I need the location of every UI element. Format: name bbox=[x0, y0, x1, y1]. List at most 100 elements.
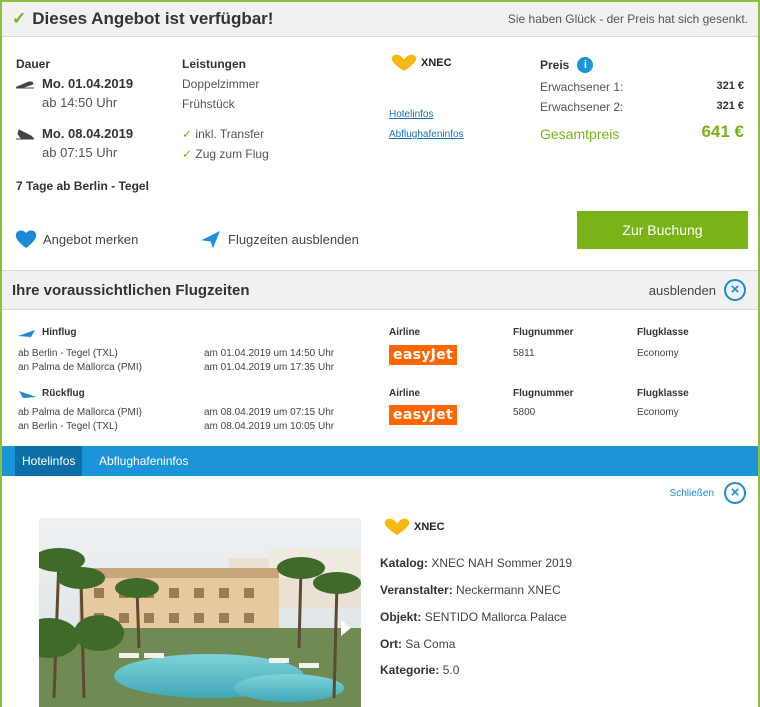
return-to: an Berlin - Tegel (TXL) bbox=[18, 421, 118, 432]
place-value: Sa Coma bbox=[405, 637, 456, 651]
transfer-item: ✓ inkl. Transfer bbox=[182, 127, 264, 141]
transfer-text: inkl. Transfer bbox=[195, 127, 265, 141]
availability-title-text: Dieses Angebot ist verfügbar! bbox=[32, 9, 274, 28]
category-line: Kategorie: 5.0 bbox=[380, 663, 459, 677]
adult1-label: Erwachsener 1: bbox=[540, 80, 624, 94]
availability-title: ✓ Dieses Angebot ist verfügbar! bbox=[12, 9, 273, 29]
outbound-date: Mo. 01.04.2019 bbox=[42, 76, 134, 91]
outbound-dep: am 01.04.2019 um 14:50 Uhr bbox=[204, 348, 335, 359]
catalog-line: Katalog: XNEC NAH Sommer 2019 bbox=[380, 556, 572, 570]
return-arr: am 08.04.2019 um 10:05 Uhr bbox=[204, 421, 335, 432]
service-room: Doppelzimmer bbox=[182, 77, 260, 91]
hide-flight-times-button[interactable]: Flugzeiten ausblenden bbox=[201, 229, 359, 249]
check-icon: ✓ bbox=[182, 147, 193, 161]
availability-header: ✓ Dieses Angebot ist verfügbar! Sie habe… bbox=[2, 2, 758, 37]
return-flightno: 5800 bbox=[513, 407, 536, 418]
hotel-image bbox=[39, 518, 361, 707]
book-button[interactable]: Zur Buchung bbox=[577, 211, 748, 249]
catalog-label: Katalog: bbox=[380, 556, 428, 570]
operator-line: Veranstalter: Neckermann XNEC bbox=[380, 583, 561, 597]
tab-abflughafeninfos[interactable]: Abflughafeninfos bbox=[92, 446, 195, 476]
airport-info-link[interactable]: Abflughafeninfos bbox=[389, 129, 464, 140]
offer-panel: ✓ Dieses Angebot ist verfügbar! Sie habe… bbox=[0, 0, 760, 707]
outbound-flight-label: Hinflug bbox=[18, 327, 76, 338]
easyjet-logo-return: easyJet bbox=[389, 405, 457, 425]
close-label: Schließen bbox=[669, 487, 714, 499]
hotel-operator-logo: XNEC bbox=[382, 518, 445, 536]
outbound-time: ab 14:50 Uhr bbox=[42, 95, 118, 110]
close-icon[interactable]: × bbox=[724, 279, 746, 301]
outbound-from: ab Berlin - Tegel (TXL) bbox=[18, 348, 118, 359]
total-label: Gesamtpreis bbox=[540, 126, 620, 142]
outbound-to: an Palma de Mallorca (PMI) bbox=[18, 362, 142, 373]
info-tabbar: Hotelinfos Abflughafeninfos bbox=[2, 446, 758, 476]
easyjet-logo: easyJet bbox=[389, 345, 457, 365]
outbound-label-text: Hinflug bbox=[42, 327, 77, 338]
remember-offer-button[interactable]: Angebot merken bbox=[15, 229, 138, 249]
airline-header-return: Airline bbox=[389, 388, 421, 399]
return-dep: am 08.04.2019 um 07:15 Uhr bbox=[204, 407, 335, 418]
operator-value: Neckermann XNEC bbox=[456, 583, 561, 597]
close-hotel-info-button[interactable]: Schließen × bbox=[670, 482, 746, 504]
flight-times-header: Ihre voraussichtlichen Flugzeiten ausble… bbox=[2, 270, 758, 310]
category-label: Kategorie: bbox=[380, 663, 440, 677]
hide-flight-times-label: Flugzeiten ausblenden bbox=[228, 231, 359, 247]
place-label: Ort: bbox=[380, 637, 402, 651]
operator-label: Veranstalter: bbox=[380, 583, 453, 597]
close-icon[interactable]: × bbox=[724, 482, 746, 504]
place-line: Ort: Sa Coma bbox=[380, 637, 455, 651]
services-label: Leistungen bbox=[182, 57, 247, 71]
xnec-heart-icon bbox=[391, 54, 417, 71]
hide-label: ausblenden bbox=[648, 282, 716, 298]
object-label: Objekt: bbox=[380, 610, 422, 624]
catalog-value: XNEC NAH Sommer 2019 bbox=[431, 556, 573, 570]
price-label: Preis bbox=[540, 58, 570, 72]
outbound-flightno: 5811 bbox=[513, 348, 535, 359]
object-line: Objekt: SENTIDO Mallorca Palace bbox=[380, 610, 567, 624]
airline-header: Airline bbox=[389, 327, 421, 338]
adult2-label: Erwachsener 2: bbox=[540, 100, 624, 114]
check-icon: ✓ bbox=[12, 9, 27, 28]
hide-flight-times-toggle[interactable]: ausblenden × bbox=[649, 279, 746, 301]
outbound-arr: am 01.04.2019 um 17:35 Uhr bbox=[204, 362, 335, 373]
price-heading: Preis i bbox=[540, 57, 594, 73]
return-class: Economy bbox=[637, 407, 679, 418]
total-price: 641 € bbox=[701, 122, 744, 141]
adult2-price: 321 € bbox=[716, 100, 744, 112]
return-from: ab Palma de Mallorca (PMI) bbox=[18, 407, 142, 418]
info-icon[interactable]: i bbox=[577, 57, 594, 73]
class-header: Flugklasse bbox=[637, 327, 689, 338]
rail-text: Zug zum Flug bbox=[195, 147, 269, 161]
trip-summary: 7 Tage ab Berlin - Tegel bbox=[16, 179, 149, 193]
airplane-icon bbox=[201, 230, 220, 249]
rail-item: ✓ Zug zum Flug bbox=[182, 147, 269, 161]
flightno-header-return: Flugnummer bbox=[513, 388, 574, 399]
xnec-brand-text: XNEC bbox=[414, 521, 445, 533]
category-value: 5.0 bbox=[442, 663, 460, 677]
hotel-info-link[interactable]: Hotelinfos bbox=[389, 109, 433, 120]
flightno-header: Flugnummer bbox=[513, 327, 574, 338]
check-icon: ✓ bbox=[182, 127, 193, 141]
return-date: Mo. 08.04.2019 bbox=[42, 126, 134, 141]
return-plane-icon bbox=[19, 390, 36, 398]
return-time: ab 07:15 Uhr bbox=[42, 145, 118, 160]
xnec-heart-icon bbox=[384, 518, 410, 535]
xnec-brand-text: XNEC bbox=[421, 57, 452, 69]
service-board: Frühstück bbox=[182, 97, 235, 111]
outbound-plane-icon bbox=[18, 329, 35, 337]
duration-label: Dauer bbox=[16, 57, 51, 71]
return-label-text: Rückflug bbox=[42, 388, 85, 399]
adult1-price: 321 € bbox=[716, 80, 744, 92]
operator-logo: XNEC bbox=[389, 54, 452, 72]
outbound-class: Economy bbox=[637, 348, 679, 359]
remember-offer-label: Angebot merken bbox=[43, 231, 139, 247]
hotel-photo[interactable] bbox=[39, 518, 361, 707]
price-drop-note: Sie haben Glück - der Preis hat sich ges… bbox=[507, 12, 748, 26]
flight-times-title: Ihre voraussichtlichen Flugzeiten bbox=[12, 282, 250, 299]
heart-icon bbox=[15, 230, 37, 248]
tab-hotelinfos[interactable]: Hotelinfos bbox=[15, 446, 83, 476]
object-value: SENTIDO Mallorca Palace bbox=[424, 610, 567, 624]
departure-plane-icon bbox=[15, 81, 34, 89]
class-header-return: Flugklasse bbox=[637, 388, 689, 399]
return-flight-label: Rückflug bbox=[18, 388, 85, 399]
